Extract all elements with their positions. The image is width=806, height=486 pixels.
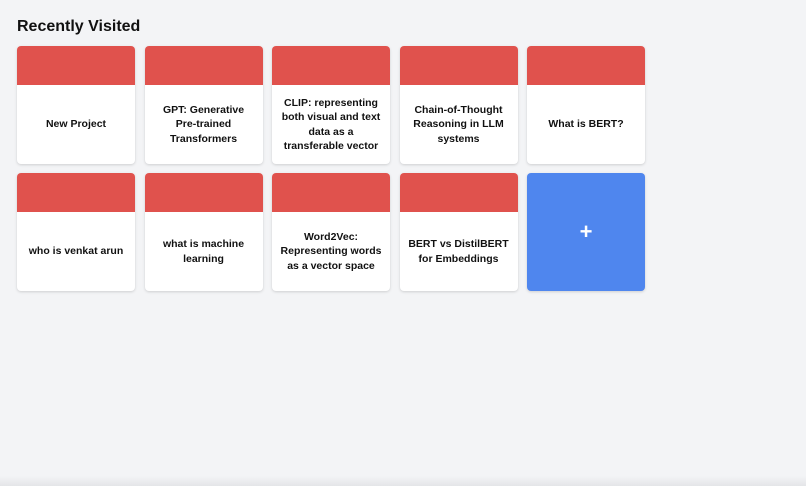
card-body: Word2Vec: Representing words as a vector… <box>272 212 390 291</box>
project-card-bert-vs-distilbert[interactable]: BERT vs DistilBERT for Embeddings <box>399 173 518 291</box>
card-title: Chain-of-Thought Reasoning in LLM system… <box>413 103 504 145</box>
card-body: Chain-of-Thought Reasoning in LLM system… <box>400 85 518 164</box>
card-header <box>399 46 518 85</box>
card-title: what is machine learning <box>162 238 245 265</box>
card-header <box>272 173 390 212</box>
card-body: who is venkat arun <box>17 212 135 291</box>
project-card-word2vec[interactable]: Word2Vec: Representing words as a vector… <box>272 173 390 291</box>
project-card-gpt[interactable]: GPT: Generative Pre-trained Transformers <box>144 46 263 164</box>
project-card-machine-learning[interactable]: what is machine learning <box>144 173 263 291</box>
card-title: What is BERT? <box>548 118 624 131</box>
card-header <box>144 173 263 212</box>
section-title: Recently Visited <box>17 18 141 35</box>
card-title: GPT: Generative Pre-trained Transformers <box>162 103 245 145</box>
card-header <box>17 173 135 212</box>
card-body: New Project <box>17 85 135 164</box>
plus-icon: + <box>579 219 593 244</box>
card-body: what is machine learning <box>145 212 263 291</box>
bottom-fade <box>0 476 806 486</box>
card-header <box>17 46 135 85</box>
project-grid: New Project GPT: Generative Pre-trained … <box>17 46 645 291</box>
card-title: CLIP: representing both visual and text … <box>281 96 381 153</box>
card-title: New Project <box>45 118 107 131</box>
add-project-button[interactable]: + <box>527 173 645 291</box>
project-card-chain-of-thought[interactable]: Chain-of-Thought Reasoning in LLM system… <box>399 46 518 164</box>
card-body: BERT vs DistilBERT for Embeddings <box>400 212 518 291</box>
card-body: GPT: Generative Pre-trained Transformers <box>145 85 263 164</box>
project-card-venkat-arun[interactable]: who is venkat arun <box>17 173 135 291</box>
card-body: What is BERT? <box>527 85 645 164</box>
project-card-new-project[interactable]: New Project <box>17 46 135 164</box>
card-body: CLIP: representing both visual and text … <box>272 85 390 164</box>
project-card-clip[interactable]: CLIP: representing both visual and text … <box>272 46 390 164</box>
card-title: BERT vs DistilBERT for Embeddings <box>408 238 509 265</box>
card-header <box>144 46 263 85</box>
card-header <box>272 46 390 85</box>
card-title: who is venkat arun <box>28 245 124 258</box>
card-header <box>527 46 645 85</box>
project-card-what-is-bert[interactable]: What is BERT? <box>527 46 645 164</box>
card-title: Word2Vec: Representing words as a vector… <box>280 230 382 272</box>
recently-visited-page: Recently Visited New Project GPT: Genera… <box>17 0 806 486</box>
card-header <box>399 173 518 212</box>
